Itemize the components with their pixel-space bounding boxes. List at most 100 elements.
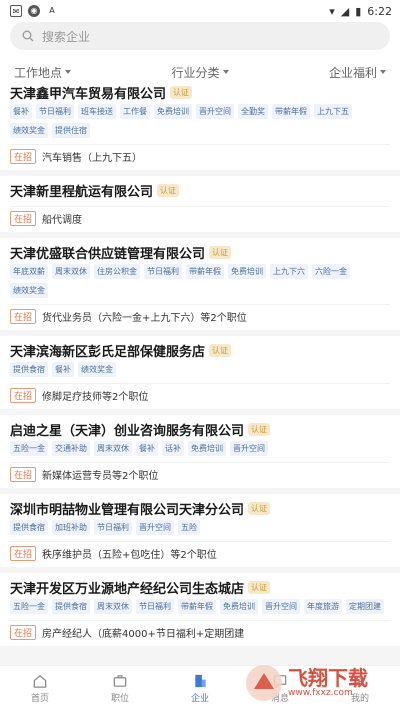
welfare-tag: 提供食宿 <box>10 362 48 377</box>
job-row[interactable]: 在招 修脚足疗技师等2个职位 <box>10 383 390 403</box>
home-icon <box>33 674 47 688</box>
company-list: 天津鑫甲汽车贸易有限公司 认证 餐补 节日福利 班车接送 工作餐 免费培训 晋升空间 全勤奖… <box>0 78 400 665</box>
company-name[interactable]: 深圳市明喆物业管理有限公司天津分公司 <box>10 499 244 518</box>
welfare-tag: 五险一金 <box>10 441 48 456</box>
hiring-badge: 在招 <box>10 388 37 403</box>
welfare-tag: 加班补助 <box>52 520 90 535</box>
welfare-tag: 晋升空间 <box>230 441 268 456</box>
company-card[interactable]: 天津滨海新区彭氏足部保健服务店 认证 提供食宿 餐补 绩效奖金 在招 修脚足疗技师等… <box>0 336 400 409</box>
hiring-badge: 在招 <box>10 309 37 324</box>
search-area: 搜索企业 <box>0 22 400 58</box>
company-name[interactable]: 启迪之星（天津）创业咨询服务有限公司 <box>10 420 244 439</box>
certified-badge: 认证 <box>248 501 271 515</box>
battery-icon: ▮ <box>355 4 362 18</box>
welfare-tag: 周末双休 <box>94 599 132 614</box>
status-left-icons: ✉ ◉ A <box>10 5 58 17</box>
company-card[interactable]: 天津开发区万业源地产经纪公司生态城店 认证 五险一金 提供食宿 周末双休 节日福利 带薪… <box>0 573 400 646</box>
job-title: 货代业务员（六险一金+上九下六）等2个职位 <box>42 313 247 324</box>
company-header: 天津滨海新区彭氏足部保健服务店 认证 <box>10 340 390 360</box>
certified-badge: 认证 <box>248 580 271 594</box>
welfare-tag: 年度旅游 <box>304 599 342 614</box>
job-row[interactable]: 在招 船代调度 <box>10 206 390 226</box>
job-row[interactable]: 在招 货代业务员（六险一金+上九下六）等2个职位 <box>10 304 390 324</box>
tab-label: 企业 <box>190 693 209 704</box>
welfare-tag: 周末双休 <box>94 441 132 456</box>
welfare-tag: 交通补助 <box>52 441 90 456</box>
status-right: ▾ ◢ ▮ 6:22 <box>329 5 392 18</box>
welfare-tag: 餐补 <box>52 362 74 377</box>
job-row[interactable]: 在招 新媒体运营专员等2个职位 <box>10 462 390 482</box>
company-header: 天津鑫甲汽车贸易有限公司 认证 <box>10 82 390 102</box>
job-title: 船代调度 <box>42 215 83 226</box>
hiring-badge: 在招 <box>10 211 37 226</box>
certified-badge: 认证 <box>170 85 193 99</box>
hiring-badge: 在招 <box>10 467 37 482</box>
company-header: 天津优盛联合供应链管理有限公司 认证 <box>10 242 390 262</box>
welfare-tags: 年底双薪 周末双休 住房公积金 节日福利 带薪年假 免费培训 上九下六 六险一金 绩效奖金 <box>10 264 390 298</box>
welfare-tag: 免费培训 <box>154 104 192 119</box>
company-card[interactable]: 天津优盛联合供应链管理有限公司 认证 年底双薪 周末双休 住房公积金 节日福利 带薪年假… <box>0 238 400 330</box>
tab-label: 首页 <box>30 693 49 704</box>
welfare-tag: 晋升空间 <box>136 520 174 535</box>
company-header: 深圳市明喆物业管理有限公司天津分公司 认证 <box>10 498 390 518</box>
welfare-tag: 话补 <box>162 441 184 456</box>
job-row[interactable]: 在招 房产经纪人（底薪4000+节日福利+定期团建 <box>10 620 390 640</box>
company-name[interactable]: 天津鑫甲汽车贸易有限公司 <box>10 83 166 102</box>
welfare-tag: 餐补 <box>136 441 158 456</box>
company-header: 天津开发区万业源地产经纪公司生态城店 认证 <box>10 577 390 597</box>
tab-user[interactable]: 我的 <box>320 666 400 710</box>
search-icon <box>22 30 34 42</box>
company-header: 天津新里程航运有限公司 认证 <box>10 180 390 200</box>
tab-briefcase[interactable]: 职位 <box>80 666 160 710</box>
hiring-badge: 在招 <box>10 546 37 561</box>
company-name[interactable]: 天津新里程航运有限公司 <box>10 181 153 200</box>
welfare-tag: 工作餐 <box>120 104 150 119</box>
job-title: 秩序维护员（五险+包吃住）等2个职位 <box>42 550 217 561</box>
certified-badge: 认证 <box>248 422 271 436</box>
company-card[interactable]: 天津新里程航运有限公司 认证 在招 船代调度 <box>0 176 400 232</box>
company-name[interactable]: 天津优盛联合供应链管理有限公司 <box>10 243 205 262</box>
welfare-tag: 班车接送 <box>78 104 116 119</box>
a-icon: A <box>49 6 55 15</box>
welfare-tag: 六险一金 <box>312 264 350 279</box>
company-name[interactable]: 天津开发区万业源地产经纪公司生态城店 <box>10 578 244 597</box>
hiring-badge: 在招 <box>10 625 37 640</box>
chevron-down-icon <box>379 70 386 74</box>
chevron-down-icon <box>222 70 229 74</box>
welfare-tag: 免费培训 <box>220 599 258 614</box>
welfare-tags: 五险一金 交通补助 周末双休 餐补 话补 免费培训 晋升空间 <box>10 441 390 456</box>
signal-icon: ◢ <box>340 4 350 18</box>
job-row[interactable]: 在招 汽车销售（上九下五） <box>10 144 390 164</box>
welfare-tag: 提供食宿 <box>10 520 48 535</box>
tab-building[interactable]: 企业 <box>160 666 240 710</box>
status-time: 6:22 <box>367 4 392 18</box>
welfare-tag: 免费培训 <box>188 441 226 456</box>
company-card[interactable]: 启迪之星（天津）创业咨询服务有限公司 认证 五险一金 交通补助 周末双休 餐补 话补 免费… <box>0 415 400 488</box>
tab-message[interactable]: 消息 <box>240 666 320 710</box>
search-bar[interactable]: 搜索企业 <box>10 22 390 50</box>
welfare-tag: 晋升空间 <box>196 104 234 119</box>
welfare-tag: 带薪年假 <box>186 264 224 279</box>
welfare-tags: 提供食宿 加班补助 节日福利 晋升空间 五险 <box>10 520 390 535</box>
welfare-tag: 五险 <box>178 520 200 535</box>
user-icon <box>353 674 367 687</box>
welfare-tag: 带薪年假 <box>272 104 310 119</box>
welfare-tag: 节日福利 <box>94 520 132 535</box>
welfare-tag: 住房公积金 <box>94 264 140 279</box>
company-card[interactable]: 深圳市明喆物业管理有限公司天津分公司 认证 提供食宿 加班补助 节日福利 晋升空间 五险… <box>0 494 400 567</box>
job-row[interactable]: 在招 秩序维护员（五险+包吃住）等2个职位 <box>10 541 390 561</box>
wifi-icon: ▾ <box>329 4 335 18</box>
welfare-tag: 周末双休 <box>52 264 90 279</box>
company-name[interactable]: 天津滨海新区彭氏足部保健服务店 <box>10 341 205 360</box>
job-title: 汽车销售（上九下五） <box>42 153 143 164</box>
tab-home[interactable]: 首页 <box>0 666 80 710</box>
company-card[interactable]: 天津鑫甲汽车贸易有限公司 认证 餐补 节日福利 班车接送 工作餐 免费培训 晋升空间 全勤奖… <box>0 78 400 170</box>
welfare-tag: 提供食宿 <box>52 599 90 614</box>
welfare-tag: 餐补 <box>10 104 32 119</box>
welfare-tag: 提供住宿 <box>52 123 90 138</box>
hiring-badge: 在招 <box>10 149 37 164</box>
welfare-tag: 上九下六 <box>270 264 308 279</box>
welfare-tag: 晋升空间 <box>262 599 300 614</box>
welfare-tags: 五险一金 提供食宿 周末双休 节日福利 带薪年假 免费培训 晋升空间 年度旅游 定期团建 <box>10 599 390 614</box>
welfare-tag: 节日福利 <box>136 599 174 614</box>
